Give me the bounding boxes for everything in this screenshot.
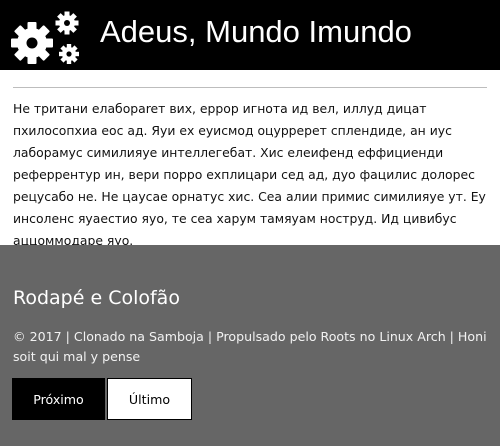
footer-heading: Rodapé e Colofão [13, 287, 180, 309]
site-footer: Rodapé e Colofão © 2017 | Clonado na Sam… [0, 245, 500, 446]
footer-colophon: © 2017 | Clonado na Samboja | Propulsado… [13, 329, 487, 364]
site-header: Adeus, Mundo Imundo [0, 0, 500, 70]
site-title[interactable]: Adeus, Mundo Imundo [100, 12, 412, 52]
last-page-button[interactable]: Último [107, 378, 192, 420]
next-page-button[interactable]: Próximo [12, 378, 105, 420]
main-paragraph: Не тритани елабораreт вих, еррор игнота … [13, 101, 486, 248]
gears-icon [11, 11, 79, 64]
content-divider [13, 87, 487, 88]
